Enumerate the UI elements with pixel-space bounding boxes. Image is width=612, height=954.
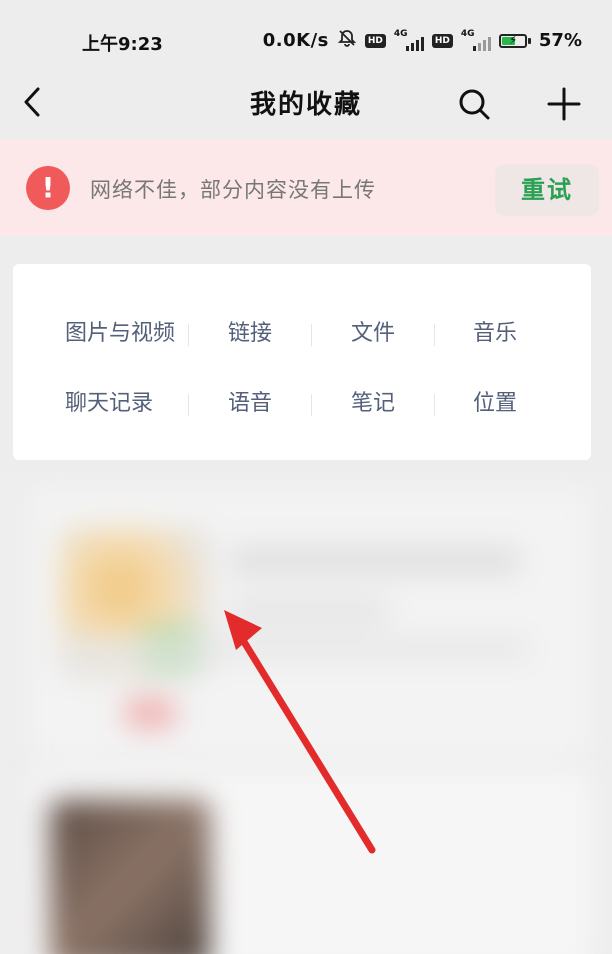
status-indicators: 0.0K/s HD 4G HD 4G ⚡ 57% bbox=[263, 28, 582, 53]
category-files[interactable]: 文件 bbox=[311, 314, 435, 354]
search-button[interactable] bbox=[452, 82, 496, 126]
hd-icon: HD bbox=[364, 33, 386, 48]
category-chat-history[interactable]: 聊天记录 bbox=[53, 384, 199, 424]
retry-button[interactable]: 重试 bbox=[495, 164, 599, 216]
category-voice[interactable]: 语音 bbox=[188, 384, 312, 424]
category-music[interactable]: 音乐 bbox=[433, 314, 557, 354]
status-time: 上午9:23 bbox=[82, 34, 163, 55]
warning-icon: ! bbox=[26, 166, 70, 210]
add-button[interactable] bbox=[540, 80, 588, 128]
category-row: 图片与视频 链接 文件 音乐 bbox=[13, 314, 591, 354]
thumbnail-detail bbox=[125, 698, 175, 728]
category-filter-card: 图片与视频 链接 文件 音乐 聊天记录 语音 笔记 位置 bbox=[13, 264, 591, 460]
category-links[interactable]: 链接 bbox=[188, 314, 312, 354]
list-item[interactable] bbox=[30, 770, 590, 954]
mute-bell-icon bbox=[337, 28, 357, 53]
item-meta-blurred bbox=[70, 638, 530, 660]
item-title-blurred bbox=[230, 548, 520, 574]
nav-bar: 我的收藏 bbox=[0, 70, 612, 136]
network-speed: 0.0K/s bbox=[262, 30, 329, 51]
category-notes[interactable]: 笔记 bbox=[311, 384, 435, 424]
battery-percent: 57% bbox=[538, 30, 582, 51]
search-icon bbox=[459, 89, 490, 120]
category-location[interactable]: 位置 bbox=[433, 384, 557, 424]
category-photos-videos[interactable]: 图片与视频 bbox=[53, 314, 199, 354]
signal-4g-icon: 4G bbox=[394, 29, 424, 51]
item-subtitle-blurred bbox=[230, 598, 390, 624]
item-thumbnail bbox=[50, 800, 210, 954]
signal-4g-icon-2: 4G bbox=[461, 29, 491, 51]
battery-icon: ⚡ bbox=[498, 33, 531, 48]
hd-icon-2: HD bbox=[431, 33, 453, 48]
plus-icon bbox=[547, 87, 581, 121]
alert-message: 网络不佳，部分内容没有上传 bbox=[90, 178, 376, 202]
page-title: 我的收藏 bbox=[249, 90, 362, 120]
list-item[interactable] bbox=[30, 488, 590, 758]
favorites-list bbox=[0, 470, 612, 954]
network-alert-banner: ! 网络不佳，部分内容没有上传 重试 bbox=[0, 140, 612, 236]
category-row: 聊天记录 语音 笔记 位置 bbox=[13, 384, 591, 424]
